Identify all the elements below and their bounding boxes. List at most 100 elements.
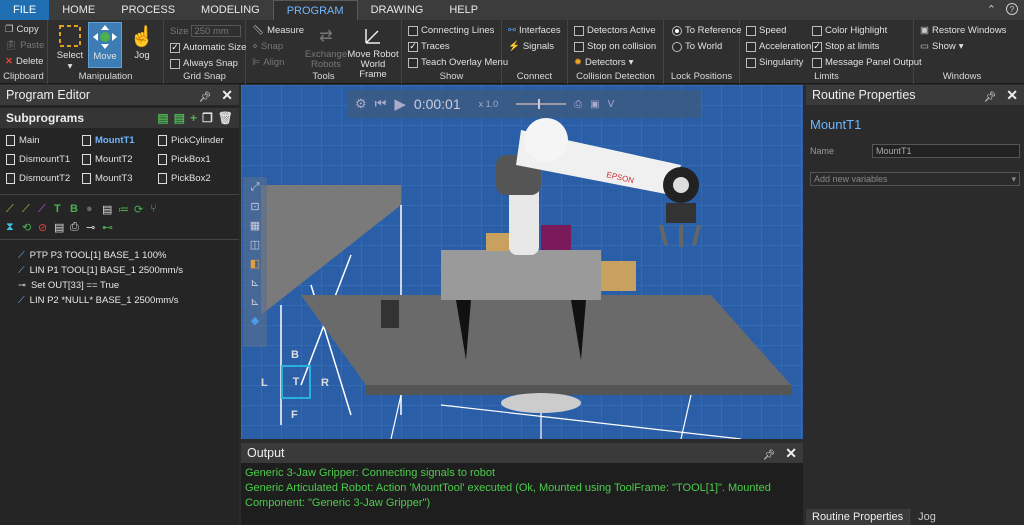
- connecting-lines-checkbox[interactable]: Connecting Lines: [408, 25, 494, 36]
- statement-row[interactable]: ⟋ LIN P2 *NULL* BASE_1 2500mm/s: [0, 293, 239, 308]
- measure-button[interactable]: 📏︎ Measure: [252, 25, 304, 36]
- statement-row[interactable]: ⟋ PTP P3 TOOL[1] BASE_1 100%: [0, 248, 239, 263]
- copy-subprogram-icon[interactable]: ❐: [202, 111, 213, 125]
- if-icon[interactable]: ≔: [118, 203, 129, 216]
- close-icon[interactable]: ✕: [785, 445, 797, 461]
- settings-icon[interactable]: ⚙: [355, 96, 367, 112]
- detectors-active-checkbox[interactable]: Detectors Active: [574, 25, 656, 36]
- 3d-viewport[interactable]: EPSON ⚙ ⏮ ▶ 0:00:01 x 1.0 ⎙ ▣ V ⤢ ⊡ ▦ ◫ …: [241, 85, 803, 439]
- subprogram-item[interactable]: DismountT2: [6, 170, 82, 186]
- add-subprogram-icon[interactable]: ▤: [174, 111, 185, 125]
- signal-out-icon[interactable]: ⊸: [86, 221, 97, 234]
- export-pdf-icon[interactable]: ⎙: [574, 99, 582, 110]
- view-cube-left[interactable]: L: [261, 377, 268, 389]
- tab-modeling[interactable]: MODELING: [188, 0, 273, 20]
- vr-icon[interactable]: V: [608, 99, 615, 110]
- video-icon[interactable]: ▣: [590, 99, 599, 110]
- box-icon[interactable]: ◆: [251, 314, 259, 327]
- acceleration-checkbox[interactable]: Acceleration: [746, 41, 811, 52]
- set-tool-icon[interactable]: T: [54, 203, 65, 215]
- pin-icon[interactable]: 📌︎: [199, 92, 212, 103]
- show-windows-dropdown[interactable]: ▭ Show ▾: [920, 41, 964, 52]
- tab-jog[interactable]: Jog: [909, 509, 944, 525]
- view-cube-right[interactable]: R: [321, 377, 329, 389]
- subprogram-item[interactable]: Main: [6, 132, 82, 148]
- routine-name-input[interactable]: MountT1: [872, 144, 1020, 158]
- paste-button[interactable]: 📋︎ Paste: [5, 40, 44, 51]
- teach-overlay-menu-checkbox[interactable]: Teach Overlay Menu: [408, 57, 508, 68]
- tab-process[interactable]: PROCESS: [108, 0, 188, 20]
- add-icon[interactable]: +: [190, 111, 197, 125]
- close-icon[interactable]: ✕: [221, 87, 233, 103]
- subprogram-item[interactable]: PickBox2: [158, 170, 234, 186]
- interfaces-button[interactable]: ⚯ Interfaces: [508, 25, 561, 36]
- singularity-checkbox[interactable]: Singularity: [746, 57, 803, 68]
- rewind-icon[interactable]: ⏮: [375, 96, 387, 112]
- view-cube-icon[interactable]: ◫: [250, 238, 260, 251]
- add-variables-dropdown[interactable]: Add new variables ▾: [810, 172, 1020, 186]
- delete-button[interactable]: ✕ Delete: [5, 56, 43, 67]
- collapse-ribbon-icon[interactable]: ⌃: [987, 3, 996, 16]
- stop-on-collision-checkbox[interactable]: Stop on collision: [574, 41, 656, 52]
- stop-at-limits-checkbox[interactable]: ✓ Stop at limits: [812, 41, 879, 52]
- delete-subprogram-icon[interactable]: 🗑︎: [218, 111, 233, 125]
- view-cube-top[interactable]: T: [281, 365, 311, 399]
- exchange-robots-button[interactable]: ⇄ Exchange Robots: [305, 22, 347, 70]
- subprogram-item-selected[interactable]: MountT1: [82, 132, 158, 148]
- halt-icon[interactable]: ⧗: [6, 221, 17, 233]
- tab-file[interactable]: FILE: [0, 0, 50, 20]
- play-icon[interactable]: ▶: [394, 95, 406, 113]
- stop-icon[interactable]: ⊘: [38, 221, 49, 234]
- close-icon[interactable]: ✕: [1006, 87, 1018, 103]
- to-reference-radio[interactable]: To Reference: [672, 25, 742, 36]
- signals-button[interactable]: ⚡ Signals: [508, 41, 554, 52]
- ptp-icon[interactable]: ⟋: [6, 203, 17, 215]
- copy-button[interactable]: ❐ Copy: [5, 24, 39, 35]
- tab-home[interactable]: HOME: [49, 0, 108, 20]
- view-cube[interactable]: B L T R F: [251, 347, 341, 427]
- subprogram-item[interactable]: PickCylinder: [158, 132, 234, 148]
- wait-icon[interactable]: ⟲: [22, 221, 33, 234]
- axis-options-icon[interactable]: ⊾: [250, 295, 259, 308]
- restore-windows-button[interactable]: ▣ Restore Windows: [920, 25, 1006, 36]
- printer-icon[interactable]: ⎙: [70, 221, 81, 233]
- fit-selection-icon[interactable]: ⊡: [250, 200, 259, 213]
- automatic-size-checkbox[interactable]: ✓ Automatic Size: [170, 42, 246, 53]
- traces-checkbox[interactable]: ✓ Traces: [408, 41, 450, 52]
- to-world-radio[interactable]: To World: [672, 41, 722, 52]
- subprogram-item[interactable]: DismountT1: [6, 151, 82, 167]
- speed-checkbox[interactable]: Speed: [746, 25, 786, 36]
- fill-view-icon[interactable]: ⤢: [251, 181, 260, 194]
- tab-program[interactable]: PROGRAM: [272, 0, 358, 20]
- branch-icon[interactable]: ⑂: [150, 203, 161, 215]
- grid-size-input[interactable]: 250 mm: [191, 25, 242, 37]
- loop-icon[interactable]: ⟳: [134, 203, 145, 216]
- render-mode-icon[interactable]: ◧: [250, 257, 260, 270]
- detectors-dropdown[interactable]: ✹ Detectors ▾: [574, 57, 633, 68]
- pin-icon[interactable]: 📌︎: [984, 92, 997, 103]
- align-button[interactable]: ⊫ Align: [252, 57, 284, 68]
- set-base-icon[interactable]: B: [70, 203, 81, 215]
- tab-help[interactable]: HELP: [436, 0, 491, 20]
- lin-icon[interactable]: ⟋: [22, 203, 33, 215]
- perspective-icon[interactable]: ▦: [250, 219, 260, 232]
- comment-icon[interactable]: ▤: [102, 203, 113, 216]
- print-icon[interactable]: ▤: [54, 221, 65, 234]
- always-snap-checkbox[interactable]: Always Snap: [170, 58, 238, 69]
- subprogram-item[interactable]: MountT3: [82, 170, 158, 186]
- view-cube-front[interactable]: F: [291, 409, 298, 421]
- signal-in-icon[interactable]: ⊷: [102, 221, 113, 234]
- axis-icon[interactable]: ⊾: [250, 276, 259, 289]
- message-panel-output-checkbox[interactable]: Message Panel Output: [812, 57, 922, 68]
- jog-button[interactable]: ☝ Jog: [128, 22, 156, 62]
- statement-row[interactable]: ⟋ LIN P1 TOOL[1] BASE_1 2500mm/s: [0, 263, 239, 278]
- pin-icon[interactable]: 📌︎: [763, 450, 776, 461]
- view-cube-back[interactable]: B: [291, 349, 299, 361]
- color-highlight-checkbox[interactable]: Color Highlight: [812, 25, 887, 36]
- tab-drawing[interactable]: DRAWING: [358, 0, 437, 20]
- new-subprogram-icon[interactable]: ▤: [157, 111, 168, 125]
- help-icon[interactable]: ?: [1006, 3, 1018, 15]
- subprogram-item[interactable]: PickBox1: [158, 151, 234, 167]
- move-button[interactable]: Move: [88, 22, 122, 68]
- subprogram-item[interactable]: MountT2: [82, 151, 158, 167]
